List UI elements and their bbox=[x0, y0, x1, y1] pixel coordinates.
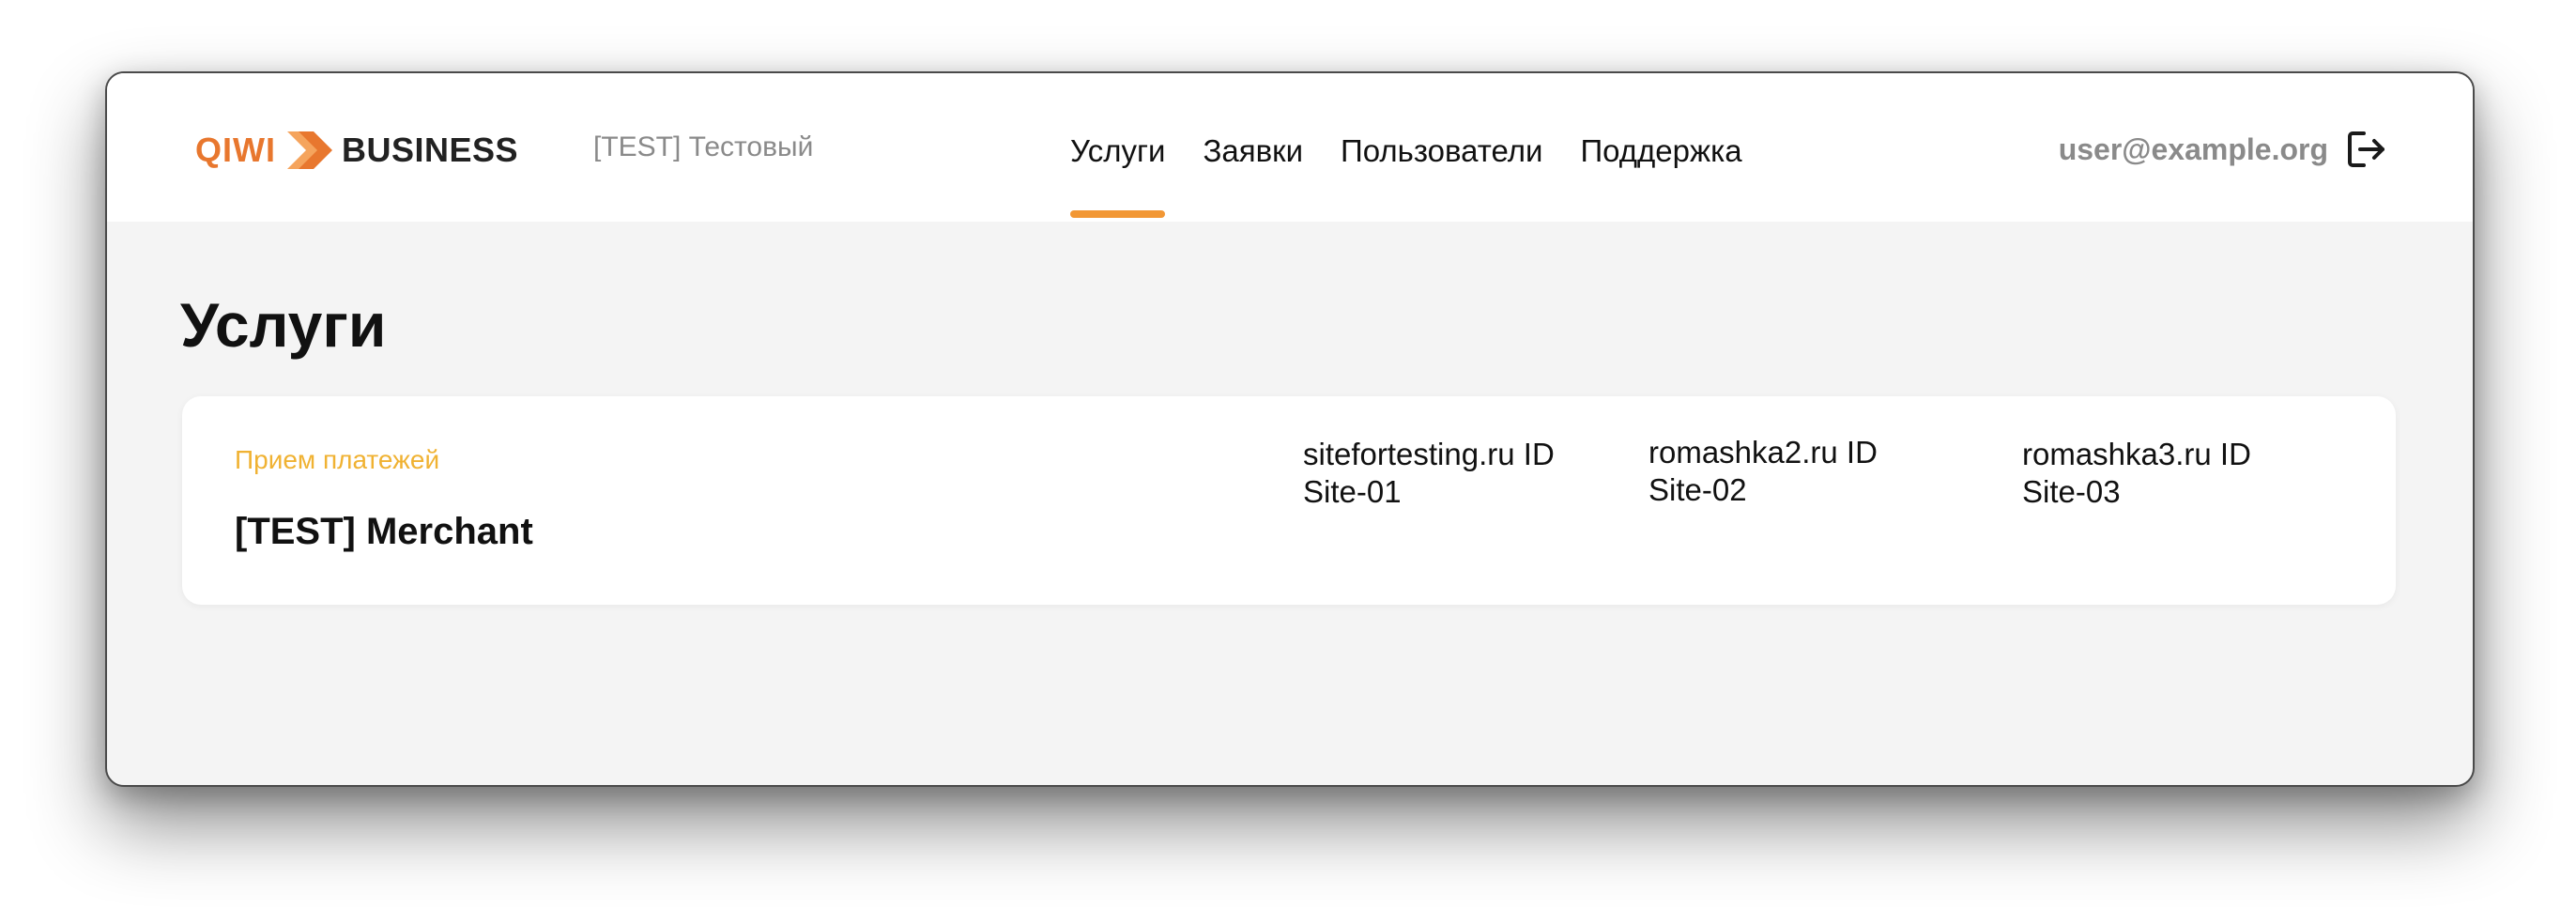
nav-tab-users[interactable]: Пользователи bbox=[1341, 73, 1542, 222]
logo-qiwi-text: QIWI bbox=[195, 131, 276, 169]
site-id: Site-03 bbox=[2022, 474, 2121, 509]
nav-tab-label: Поддержка bbox=[1580, 133, 1742, 168]
site-name: romashka2.ru ID bbox=[1648, 435, 1878, 470]
nav-tab-services[interactable]: Услуги bbox=[1070, 73, 1166, 222]
page-title: Услуги bbox=[180, 290, 387, 360]
app-window: QIWI BUSINESS [TEST] Тестовый Услуги Зая… bbox=[105, 71, 2475, 787]
logo-business-text: BUSINESS bbox=[341, 131, 519, 169]
nav-tab-label: Пользователи bbox=[1341, 133, 1543, 168]
main-nav: Услуги Заявки Пользователи Поддержка bbox=[1070, 73, 1780, 222]
site-entry: romashka3.ru ID Site-03 bbox=[2022, 436, 2251, 511]
user-email: user@example.org bbox=[2058, 131, 2328, 166]
site-id: Site-02 bbox=[1648, 472, 1747, 507]
logo-arrow-icon bbox=[286, 131, 332, 169]
qiwi-business-logo[interactable]: QIWI BUSINESS bbox=[195, 130, 518, 171]
nav-tab-label: Услуги bbox=[1070, 133, 1166, 168]
user-block: user@example.org bbox=[2059, 128, 2388, 171]
logout-icon[interactable] bbox=[2345, 128, 2388, 171]
site-entry: sitefortesting.ru ID Site-01 bbox=[1303, 436, 1555, 511]
service-card[interactable]: Прием платежей [TEST] Merchant siteforte… bbox=[182, 396, 2396, 605]
nav-tab-requests[interactable]: Заявки bbox=[1203, 73, 1303, 222]
site-entry: romashka2.ru ID Site-02 bbox=[1648, 434, 1878, 509]
site-id: Site-01 bbox=[1303, 474, 1402, 509]
nav-tab-support[interactable]: Поддержка bbox=[1580, 73, 1741, 222]
service-category: Прием платежей bbox=[235, 445, 440, 474]
organization-name: [TEST] Тестовый bbox=[593, 131, 814, 162]
site-name: romashka3.ru ID bbox=[2022, 437, 2251, 471]
service-title: [TEST] Merchant bbox=[235, 511, 533, 552]
nav-tab-label: Заявки bbox=[1203, 133, 1304, 168]
site-name: sitefortesting.ru ID bbox=[1303, 437, 1555, 471]
top-header: QIWI BUSINESS [TEST] Тестовый Услуги Зая… bbox=[107, 73, 2473, 222]
